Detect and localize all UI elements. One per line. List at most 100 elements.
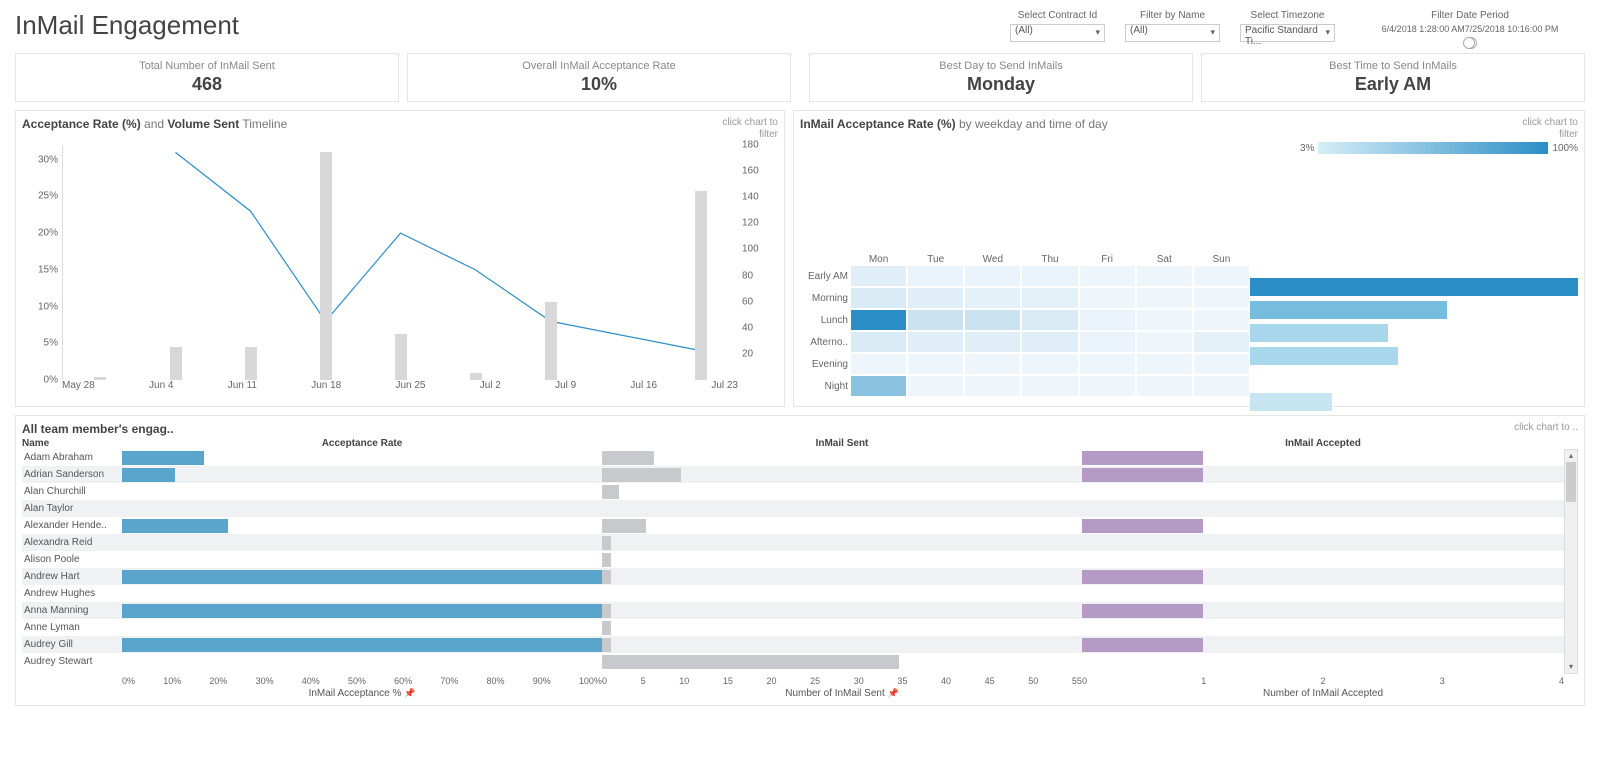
heatmap-cell	[908, 288, 963, 308]
member-name: Alexander Hende..	[22, 520, 122, 531]
heatmap-cell	[1022, 288, 1077, 308]
team-hint: click chart to ..	[1514, 422, 1578, 436]
heatmap-cell	[1194, 376, 1249, 396]
time-bar	[1250, 322, 1578, 344]
table-row[interactable]: Alan Taylor	[22, 500, 1564, 517]
day-bar: Wed	[964, 251, 1021, 265]
heatmap-cell	[851, 332, 906, 352]
kpi-card: Overall InMail Acceptance Rate 10%	[407, 53, 791, 102]
date-end: 7/25/2018 10:16:00 PM	[1465, 24, 1559, 34]
team-scrollbar[interactable]: ▴ ▾	[1564, 449, 1578, 674]
sent-bar	[602, 536, 611, 550]
scroll-up-icon[interactable]: ▴	[1565, 450, 1577, 462]
day-bar: Thu	[1021, 251, 1078, 265]
member-name: Andrew Hart	[22, 571, 122, 582]
col-acc: InMail Accepted	[1082, 438, 1564, 449]
col-name: Name	[22, 438, 122, 449]
heatmap-chart[interactable]: InMail Acceptance Rate (%) by weekday an…	[793, 110, 1585, 407]
sent-bar	[602, 570, 611, 584]
page-title: InMail Engagement	[15, 10, 239, 41]
kpi-label: Best Day to Send InMails	[816, 60, 1186, 72]
table-row[interactable]: Audrey Stewart	[22, 653, 1564, 670]
time-bar	[1250, 299, 1578, 321]
member-name: Andrew Hughes	[22, 588, 122, 599]
time-bar	[1250, 391, 1578, 413]
kpi-value: Early AM	[1208, 74, 1578, 95]
sent-bar	[602, 604, 611, 618]
pin-icon: 📌	[888, 688, 899, 698]
contract-filter-select[interactable]: (All)	[1010, 24, 1105, 42]
name-filter-label: Filter by Name	[1140, 10, 1205, 21]
rate-bar	[122, 570, 602, 584]
heatmap-cell	[965, 310, 1020, 330]
heatmap-cell	[1022, 376, 1077, 396]
kpi-label: Overall InMail Acceptance Rate	[414, 60, 784, 72]
table-row[interactable]: Andrew Hart	[22, 568, 1564, 585]
heatmap-cell	[1194, 266, 1249, 286]
heatmap-cell	[908, 310, 963, 330]
member-name: Audrey Stewart	[22, 656, 122, 667]
heatmap-cell	[1080, 310, 1135, 330]
heatmap-cell	[1137, 354, 1192, 374]
table-row[interactable]: Anne Lyman	[22, 619, 1564, 636]
contract-filter-label: Select Contract Id	[1018, 10, 1097, 21]
scroll-down-icon[interactable]: ▾	[1565, 661, 1577, 673]
kpi-card: Best Day to Send InMails Monday	[809, 53, 1193, 102]
table-row[interactable]: Adam Abraham	[22, 449, 1564, 466]
heatmap-cell	[851, 266, 906, 286]
timeline-chart[interactable]: Acceptance Rate (%) and Volume Sent Time…	[15, 110, 785, 407]
table-row[interactable]: Alexander Hende..	[22, 517, 1564, 534]
volume-bar	[320, 152, 332, 380]
day-bar: Sat	[1136, 251, 1193, 265]
day-bar: Fri	[1079, 251, 1136, 265]
accepted-bar	[1082, 451, 1203, 465]
timezone-filter-select[interactable]: Pacific Standard Ti...	[1240, 24, 1335, 42]
date-start: 6/4/2018 1:28:00 AM	[1382, 24, 1465, 34]
rate-bar	[122, 638, 602, 652]
heatmap-cell	[1080, 332, 1135, 352]
table-row[interactable]: Audrey Gill	[22, 636, 1564, 653]
volume-bar	[170, 347, 182, 380]
table-row[interactable]: Alan Churchill	[22, 483, 1564, 500]
table-row[interactable]: Alison Poole	[22, 551, 1564, 568]
accepted-bar	[1082, 519, 1203, 533]
heatmap-cell	[1022, 332, 1077, 352]
time-bar	[1250, 345, 1578, 367]
heatmap-cell	[1137, 266, 1192, 286]
sent-bar	[602, 485, 619, 499]
heatmap-cell	[1080, 266, 1135, 286]
heatmap-cell	[908, 354, 963, 374]
time-bar	[1250, 276, 1578, 298]
volume-bar	[245, 347, 257, 380]
table-row[interactable]: Andrew Hughes	[22, 585, 1564, 602]
table-row[interactable]: Alexandra Reid	[22, 534, 1564, 551]
scroll-thumb[interactable]	[1566, 462, 1576, 502]
day-bar: Sun	[1193, 251, 1250, 265]
heatmap-cell	[851, 310, 906, 330]
heatmap-cell	[965, 376, 1020, 396]
table-row[interactable]: Anna Manning	[22, 602, 1564, 619]
sent-bar	[602, 638, 611, 652]
heatmap-cell	[851, 376, 906, 396]
sent-bar	[602, 655, 899, 669]
accepted-bar	[1082, 570, 1203, 584]
heatmap-cell	[965, 332, 1020, 352]
heatmap-cell	[965, 354, 1020, 374]
heatmap-cell	[1137, 288, 1192, 308]
day-bar: Mon	[850, 251, 907, 265]
team-engagement-chart[interactable]: All team member's engag.. click chart to…	[15, 415, 1585, 706]
heatmap-cell	[1137, 332, 1192, 352]
member-name: Alexandra Reid	[22, 537, 122, 548]
heatmap-cell	[1194, 310, 1249, 330]
sent-bar	[602, 553, 611, 567]
pin-icon: 📌	[404, 688, 415, 698]
name-filter-select[interactable]: (All)	[1125, 24, 1220, 42]
timezone-filter-label: Select Timezone	[1251, 10, 1325, 21]
col-rate: Acceptance Rate	[122, 438, 602, 449]
kpi-label: Best Time to Send InMails	[1208, 60, 1578, 72]
table-row[interactable]: Adrian Sanderson	[22, 466, 1564, 483]
kpi-label: Total Number of InMail Sent	[22, 60, 392, 72]
member-name: Audrey Gill	[22, 639, 122, 650]
rate-bar	[122, 604, 602, 618]
heatmap-cell	[1022, 354, 1077, 374]
